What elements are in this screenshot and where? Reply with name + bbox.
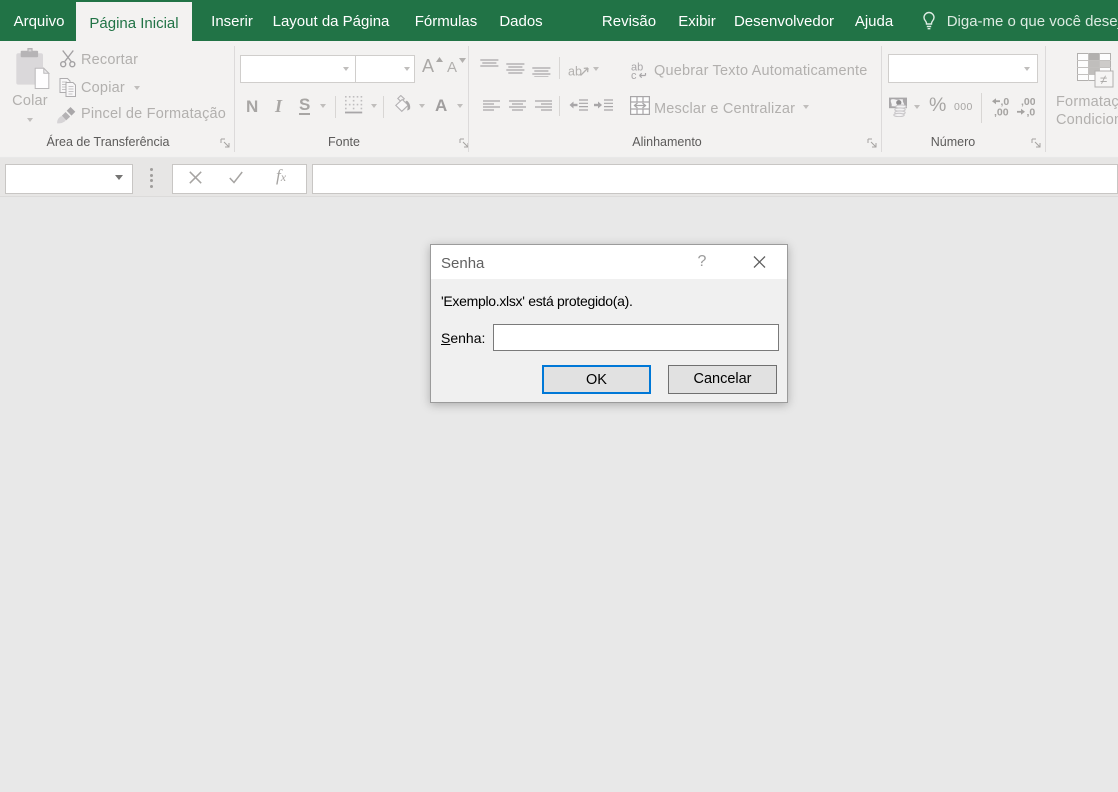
svg-text:c: c: [631, 70, 637, 79]
svg-text:≠: ≠: [1100, 72, 1107, 87]
svg-text:,00: ,00: [994, 107, 1009, 118]
svg-text:ab: ab: [568, 65, 582, 79]
svg-text:,0: ,0: [1027, 107, 1036, 118]
